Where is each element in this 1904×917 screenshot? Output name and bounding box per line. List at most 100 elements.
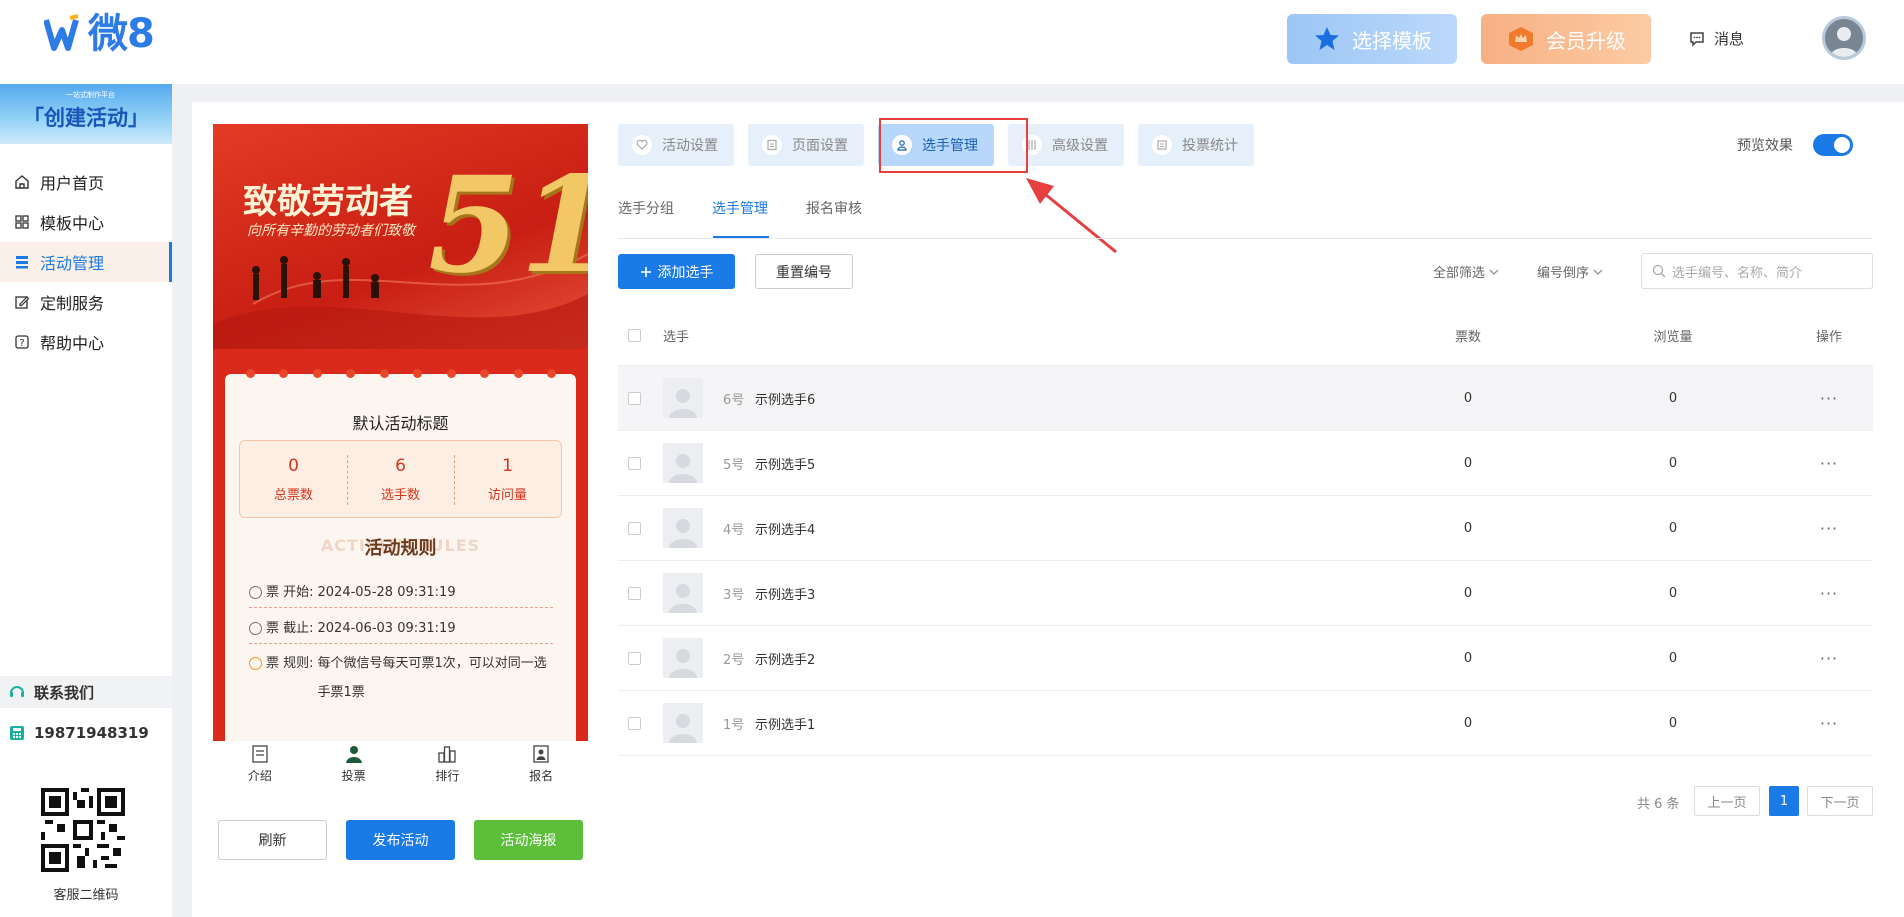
player-name: 示例选手6 — [755, 392, 816, 408]
sort-dropdown[interactable]: 编号倒序 — [1537, 262, 1603, 281]
subtab-player-management[interactable]: 选手管理 — [712, 198, 768, 218]
more-actions-icon[interactable]: ··· — [1804, 561, 1854, 625]
table-row[interactable]: 4号 示例选手4 0 0 ··· — [618, 496, 1873, 561]
table-row[interactable]: 1号 示例选手1 0 0 ··· — [618, 691, 1873, 756]
document-icon — [252, 745, 268, 763]
subtab-signup-review[interactable]: 报名审核 — [806, 198, 862, 218]
rule-value: 每个微信号每天可票1次，可以对同一选手票1票 — [317, 656, 547, 700]
sidebar-item-custom-service[interactable]: 定制服务 — [0, 282, 172, 322]
row-checkbox[interactable] — [628, 586, 641, 600]
preview-effect-toggle[interactable] — [1813, 134, 1853, 156]
player-views: 0 — [1668, 390, 1678, 406]
mobile-preview: 致敬劳动者 向所有辛勤的劳动者们致敬 51 默认活动标题 0 总票数 6 选手数… — [213, 124, 588, 741]
publish-activity-button[interactable]: 发布活动 — [346, 820, 455, 860]
user-silhouette-icon — [1830, 27, 1858, 57]
subtab-player-groups[interactable]: 选手分组 — [618, 198, 674, 218]
subtab-active-underline — [713, 236, 769, 238]
help-icon: ? — [15, 335, 29, 349]
phone-text: 19871948319 — [34, 724, 149, 742]
select-template-button[interactable]: 选择模板 — [1287, 14, 1457, 64]
messages-link[interactable]: 消息 — [1688, 28, 1744, 49]
player-votes: 0 — [1463, 390, 1473, 406]
player-avatar — [663, 508, 703, 548]
player-table-body: 6号 示例选手6 0 0 ··· 5号 示例选手5 0 0 ··· 4号 示例选… — [618, 366, 1873, 756]
prev-page-button[interactable]: 上一页 — [1694, 786, 1760, 816]
preview-bottom-nav: 介绍 投票 排行 报名 — [213, 741, 588, 791]
table-row[interactable]: 3号 示例选手3 0 0 ··· — [618, 561, 1873, 626]
player-votes: 0 — [1463, 715, 1473, 731]
table-row[interactable]: 2号 示例选手2 0 0 ··· — [618, 626, 1873, 691]
vip-upgrade-button[interactable]: 会员升级 — [1481, 14, 1651, 64]
sidebar-item-label: 用户首页 — [40, 174, 105, 193]
create-activity-banner[interactable]: 一站式制作平台 「创建活动」 — [0, 84, 172, 144]
chevron-down-icon — [1489, 269, 1499, 275]
filter-all-dropdown[interactable]: 全部筛选 — [1433, 262, 1499, 281]
search-input[interactable]: 选手编号、名称、简介 — [1641, 253, 1873, 289]
rule-label: 票 开始: — [266, 585, 314, 600]
search-placeholder: 选手编号、名称、简介 — [1672, 265, 1803, 281]
signup-icon — [533, 745, 549, 763]
top-header: 微8 选择模板 会员升级 消息 — [0, 0, 1904, 84]
rule-value: 2024-05-28 09:31:19 — [317, 585, 456, 600]
stat-label: 选手数 — [380, 487, 420, 503]
tab-vote-statistics[interactable]: 投票统计 — [1138, 124, 1254, 166]
activity-poster-button[interactable]: 活动海报 — [474, 820, 583, 860]
row-checkbox[interactable] — [628, 456, 641, 470]
add-player-button[interactable]: 添加选手 — [618, 254, 735, 289]
select-all-checkbox[interactable] — [628, 329, 641, 342]
sidebar-item-help[interactable]: ? 帮助中心 — [0, 322, 172, 362]
logo[interactable]: 微8 — [44, 11, 155, 57]
preview-nav-label: 介绍 — [247, 769, 272, 783]
row-checkbox[interactable] — [628, 716, 641, 730]
ranking-icon — [438, 746, 457, 763]
preview-nav-vote[interactable]: 投票 — [307, 741, 401, 791]
player-name: 示例选手1 — [755, 717, 816, 733]
sidebar-item-templates[interactable]: 模板中心 — [0, 202, 172, 242]
row-checkbox[interactable] — [628, 521, 641, 535]
tab-page-settings[interactable]: 页面设置 — [748, 124, 864, 166]
player-avatar — [663, 443, 703, 483]
row-checkbox[interactable] — [628, 391, 641, 405]
user-avatar[interactable] — [1822, 16, 1866, 60]
sidebar-item-activity-management[interactable]: 活动管理 — [0, 242, 172, 282]
preview-nav-rank[interactable]: 排行 — [401, 741, 495, 791]
contact-us[interactable]: 联系我们 — [0, 676, 172, 708]
player-votes: 0 — [1463, 650, 1473, 666]
preview-nav-label: 报名 — [529, 769, 554, 783]
sort-label: 编号倒序 — [1537, 266, 1590, 281]
sidebar-item-home[interactable]: 用户首页 — [0, 162, 172, 202]
reset-numbering-button[interactable]: 重置编号 — [755, 254, 853, 289]
more-actions-icon[interactable]: ··· — [1804, 496, 1854, 560]
logo-text: 微8 — [88, 11, 155, 57]
next-page-button[interactable]: 下一页 — [1807, 786, 1873, 816]
filter-all-label: 全部筛选 — [1433, 266, 1486, 281]
rule-label: 票 截止: — [266, 621, 314, 636]
activity-info-card: 默认活动标题 0 总票数 6 选手数 1 访问量 ACTIVITY RULES … — [225, 374, 576, 741]
preview-nav-intro[interactable]: 介绍 — [213, 741, 307, 791]
list-icon — [16, 256, 28, 269]
player-name: 示例选手2 — [755, 652, 816, 668]
activity-stats: 0 总票数 6 选手数 1 访问量 — [239, 440, 562, 518]
player-views: 0 — [1668, 455, 1678, 471]
player-views: 0 — [1668, 650, 1678, 666]
vip-upgrade-label: 会员升级 — [1546, 28, 1626, 53]
preview-nav-signup[interactable]: 报名 — [494, 741, 588, 791]
row-checkbox[interactable] — [628, 651, 641, 665]
sidebar: 一站式制作平台 「创建活动」 用户首页 模板中心 活动管理 定制服务 ? 帮助中… — [0, 84, 172, 917]
more-actions-icon[interactable]: ··· — [1804, 626, 1854, 690]
qr-code-image — [41, 788, 125, 872]
player-number: 6号 — [723, 392, 745, 408]
page-1-button[interactable]: 1 — [1769, 786, 1799, 816]
stats-icon — [1152, 135, 1172, 155]
banner-title: 「创建活动」 — [23, 106, 149, 130]
tab-activity-settings[interactable]: 活动设置 — [618, 124, 734, 166]
table-row[interactable]: 6号 示例选手6 0 0 ··· — [618, 366, 1873, 431]
more-actions-icon[interactable]: ··· — [1804, 366, 1854, 430]
stat-label: 总票数 — [273, 487, 313, 503]
crown-badge-icon — [1506, 24, 1536, 54]
more-actions-icon[interactable]: ··· — [1804, 691, 1854, 755]
more-actions-icon[interactable]: ··· — [1804, 431, 1854, 495]
refresh-button[interactable]: 刷新 — [218, 820, 327, 860]
table-row[interactable]: 5号 示例选手5 0 0 ··· — [618, 431, 1873, 496]
edit-icon — [15, 296, 30, 309]
